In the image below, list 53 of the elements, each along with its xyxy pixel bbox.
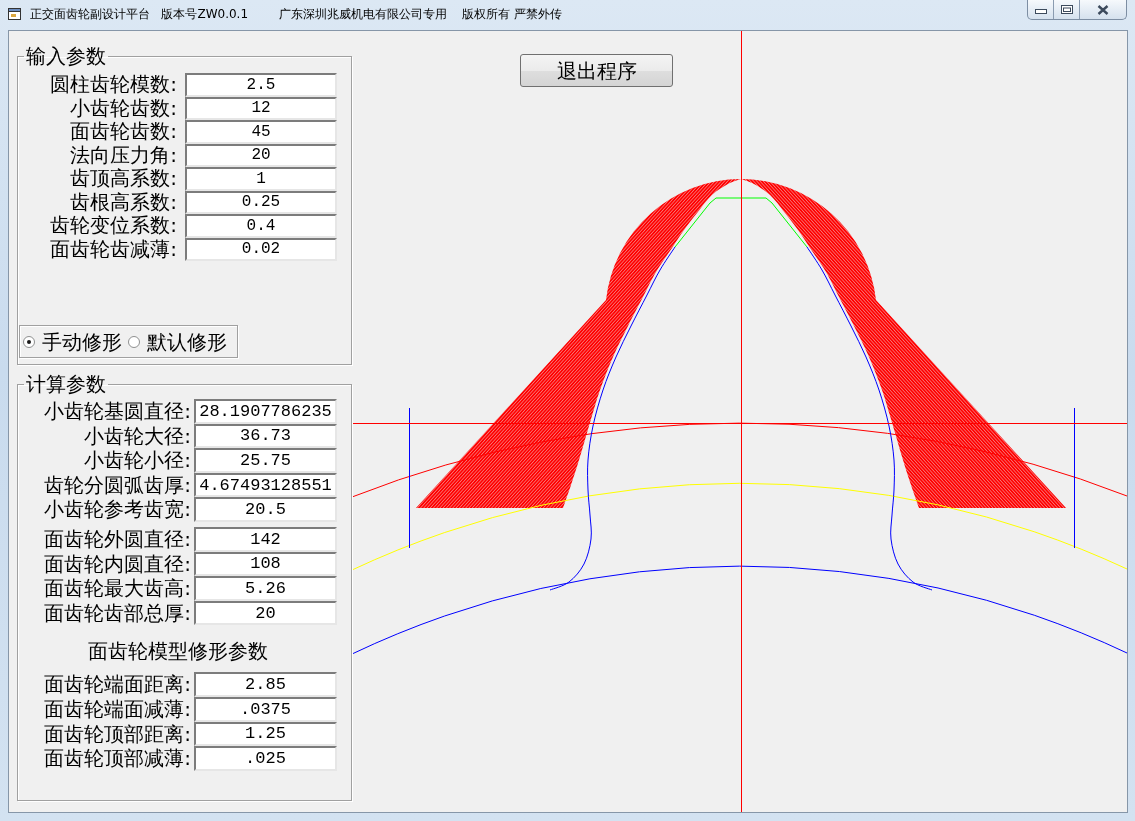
field-label: 面齿轮最大齿高: bbox=[43, 576, 191, 601]
close-icon bbox=[1097, 4, 1109, 15]
field-label: 齿轮分圆弧齿厚: bbox=[43, 472, 191, 498]
field-label: 小齿轮齿数: bbox=[69, 96, 177, 120]
section-heading: 面齿轮模型修形参数 bbox=[87, 640, 269, 663]
input-field[interactable]: 1 bbox=[185, 167, 337, 191]
field-label: 小齿轮参考齿宽: bbox=[43, 497, 191, 522]
input-field[interactable]: 20 bbox=[194, 600, 337, 626]
input-field[interactable]: 28.1907786235 bbox=[194, 399, 337, 424]
field-label: 面齿轮端面距离: bbox=[43, 672, 191, 697]
window-title: 正交面齿轮副设计平台 版本号ZW0.0.1 广东深圳兆威机电有限公司专用 版权所有 严禁外传 bbox=[30, 6, 562, 22]
field-label: 面齿轮外圆直径: bbox=[43, 526, 191, 552]
input-field[interactable]: 25.75 bbox=[194, 448, 337, 473]
panel-title: 输入参数 bbox=[25, 45, 107, 67]
input-field[interactable]: 36.73 bbox=[194, 423, 337, 449]
input-field[interactable]: 0.4 bbox=[185, 214, 337, 238]
field-label: 齿根高系数: bbox=[69, 190, 177, 214]
input-field[interactable]: 2.5 bbox=[185, 73, 337, 97]
minimize-icon bbox=[1034, 9, 1047, 14]
radio-option[interactable]: 默认修形 bbox=[128, 329, 227, 354]
input-field[interactable]: .025 bbox=[194, 746, 337, 771]
exit-button[interactable]: 退出程序 bbox=[520, 54, 673, 87]
input-field[interactable]: 108 bbox=[194, 551, 337, 577]
input-field[interactable]: 20 bbox=[185, 143, 337, 167]
field-label: 小齿轮基圆直径: bbox=[43, 399, 191, 424]
field-label: 小齿轮小径: bbox=[83, 448, 191, 473]
input-field[interactable]: 0.02 bbox=[185, 237, 337, 261]
field-label: 面齿轮齿数: bbox=[69, 120, 177, 144]
field-label: 小齿轮大径: bbox=[83, 423, 191, 449]
field-label: 法向压力角: bbox=[69, 143, 177, 167]
input-field[interactable]: .0375 bbox=[194, 696, 337, 722]
window-icon bbox=[8, 7, 22, 21]
field-label: 面齿轮端面减薄: bbox=[43, 696, 191, 722]
input-field[interactable]: 1.25 bbox=[194, 721, 337, 747]
field-label: 面齿轮齿减薄: bbox=[49, 237, 177, 261]
field-label: 面齿轮顶部减薄: bbox=[43, 746, 191, 771]
field-label: 面齿轮内圆直径: bbox=[43, 551, 191, 577]
field-label: 面齿轮齿部总厚: bbox=[43, 600, 191, 626]
radio-option[interactable]: 手动修形 bbox=[23, 329, 122, 354]
maximize-icon bbox=[1060, 5, 1073, 14]
input-field[interactable]: 5.26 bbox=[194, 576, 337, 601]
input-field[interactable]: 45 bbox=[185, 120, 337, 144]
field-label: 齿轮变位系数: bbox=[49, 214, 177, 238]
field-label: 圆柱齿轮模数: bbox=[49, 73, 177, 97]
input-field[interactable]: 4.67493128551 bbox=[194, 472, 337, 498]
panel-title: 计算参数 bbox=[25, 373, 107, 395]
input-field[interactable]: 20.5 bbox=[194, 497, 337, 522]
input-field[interactable]: 12 bbox=[185, 96, 337, 120]
input-field[interactable]: 142 bbox=[194, 526, 337, 552]
input-field[interactable]: 0.25 bbox=[185, 190, 337, 214]
field-label: 齿顶高系数: bbox=[69, 167, 177, 191]
input-field[interactable]: 2.85 bbox=[194, 672, 337, 697]
field-label: 面齿轮顶部距离: bbox=[43, 721, 191, 747]
